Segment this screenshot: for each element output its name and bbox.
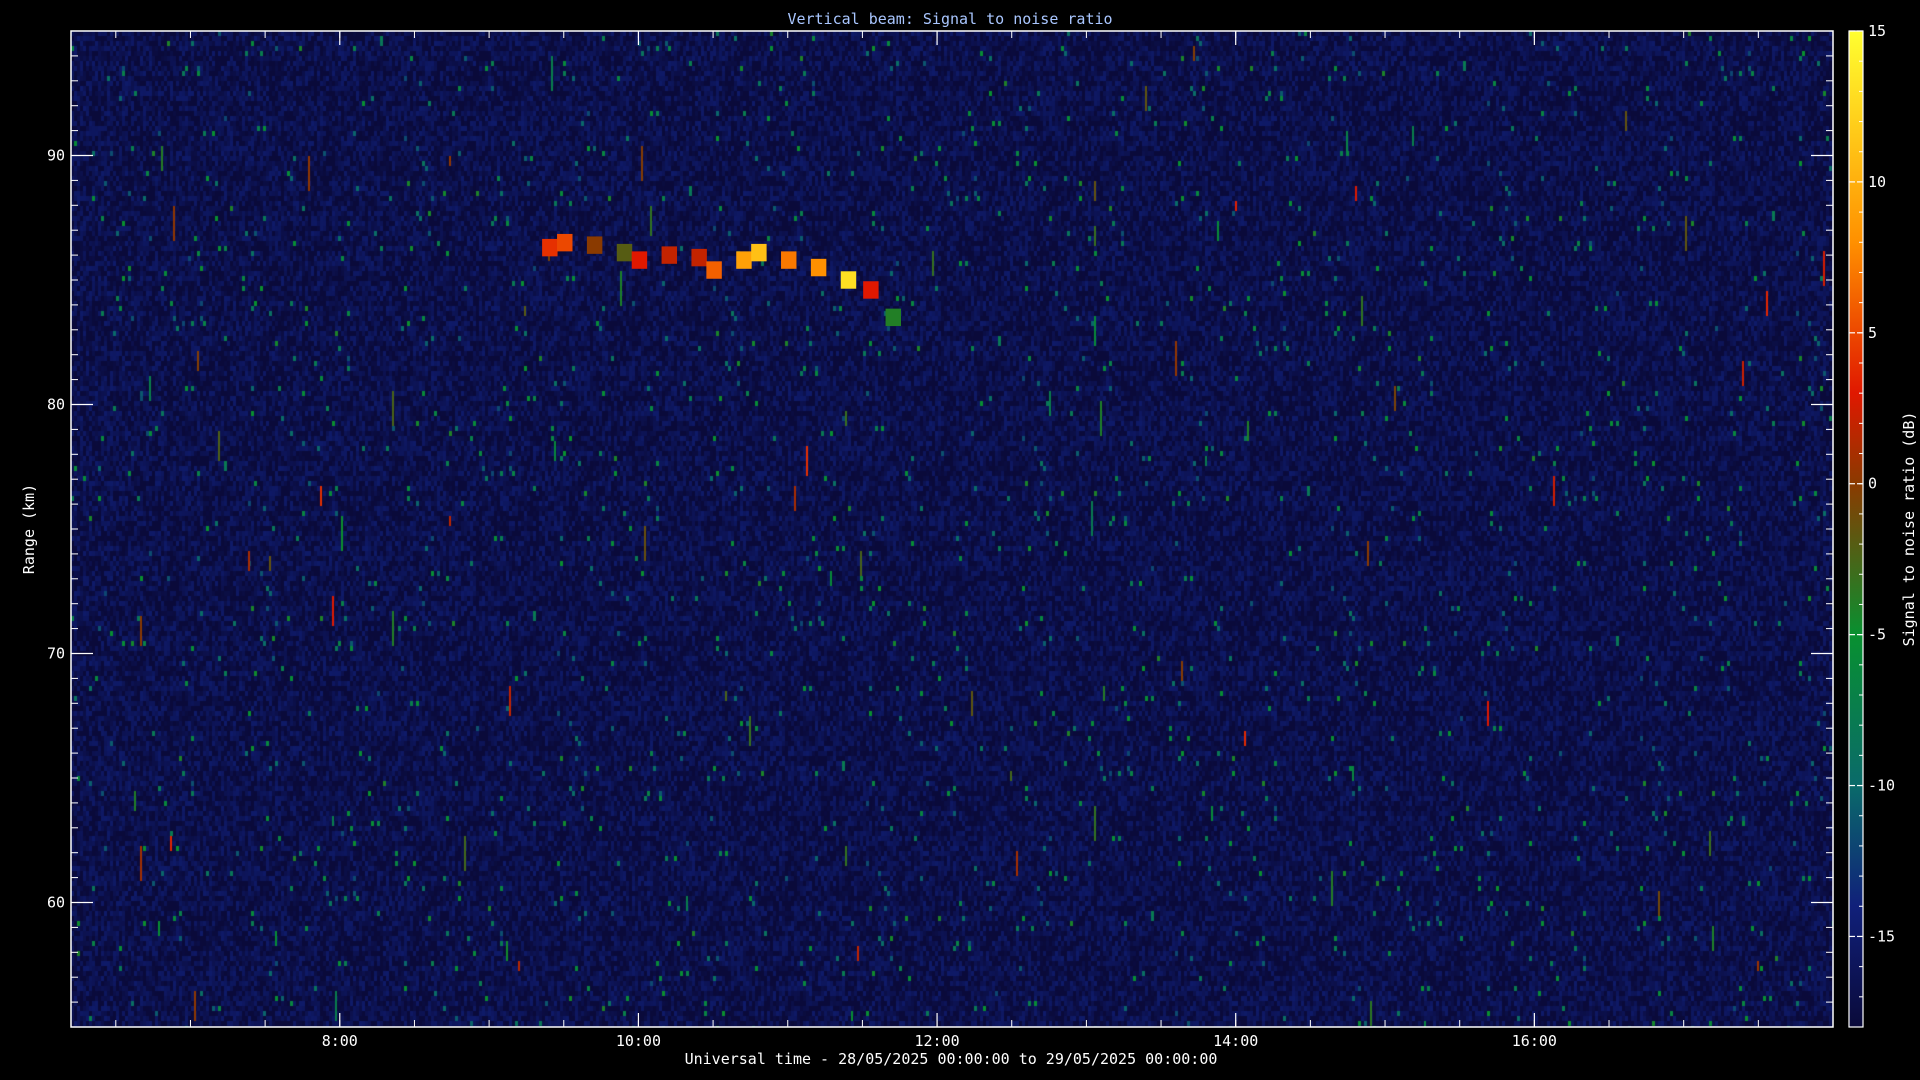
x-tick-label: 12:00 <box>914 1032 959 1050</box>
colorbar-tick-label: 5 <box>1868 324 1877 342</box>
echo-cell <box>542 238 558 257</box>
chart-title: Vertical beam: Signal to noise ratio <box>787 10 1112 28</box>
colorbar-tick-label: 15 <box>1868 22 1886 40</box>
echo-cell <box>736 251 752 269</box>
echo-cell <box>661 246 678 264</box>
colorbar-tick-label: -15 <box>1868 927 1895 945</box>
y-tick-label: 60 <box>47 894 65 912</box>
echo-cell <box>557 233 573 252</box>
colorbar-tick-label: 0 <box>1868 475 1877 493</box>
y-tick-label: 70 <box>47 645 65 663</box>
echo-cell <box>810 258 827 277</box>
snr-chart: Vertical beam: Signal to noise ratio 8:0… <box>20 10 1918 1068</box>
colorbar-tick-label: -10 <box>1868 777 1895 795</box>
x-tick-label: 10:00 <box>616 1032 661 1050</box>
heatmap-background <box>71 31 1833 1027</box>
y-axis-label: Range (km) <box>20 484 38 574</box>
echo-cell <box>781 251 797 269</box>
y-tick-label: 80 <box>47 396 65 414</box>
chart-stage: Vertical beam: Signal to noise ratio 8:0… <box>0 0 1920 1080</box>
x-tick-label: 14:00 <box>1213 1032 1258 1050</box>
x-axis-label: Universal time - 28/05/2025 00:00:00 to … <box>685 1050 1218 1068</box>
echo-cell <box>616 243 633 262</box>
colorbar-tick-label: -5 <box>1868 626 1886 644</box>
colorbar-label: Signal to noise ratio (dB) <box>1900 412 1918 647</box>
y-tick-label: 90 <box>47 147 65 165</box>
echo-cell <box>691 248 707 267</box>
echo-cell <box>863 281 879 299</box>
colorbar <box>1848 30 1864 1028</box>
x-tick-label: 8:00 <box>322 1032 358 1050</box>
heatmap-layer <box>71 31 1833 1027</box>
echo-cell <box>751 243 767 262</box>
echo-cell <box>840 271 857 289</box>
colorbar-tick-label: 10 <box>1868 173 1886 191</box>
echo-cell <box>706 261 722 279</box>
echo-cell <box>586 236 603 254</box>
x-tick-label: 16:00 <box>1512 1032 1557 1050</box>
echo-cell <box>631 251 648 269</box>
echo-cell <box>885 308 902 327</box>
